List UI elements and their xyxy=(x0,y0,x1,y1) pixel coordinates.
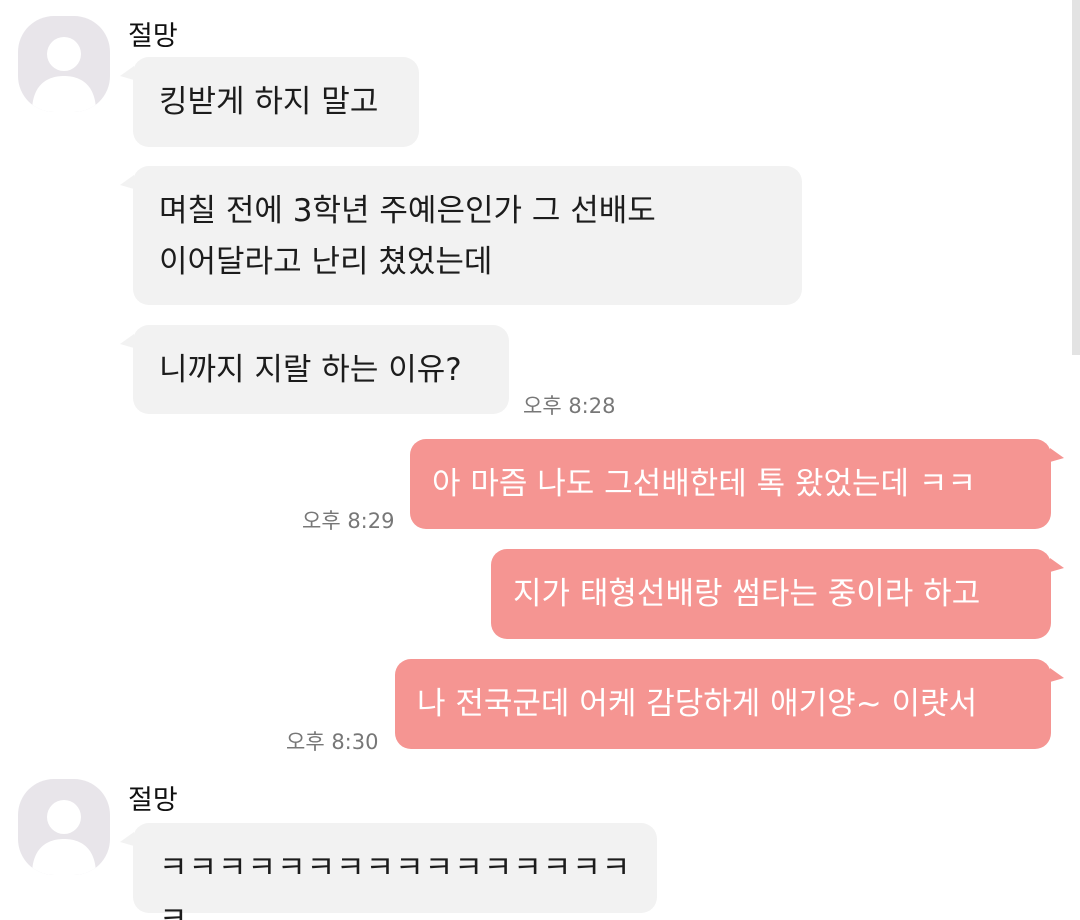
profile-avatar-icon[interactable] xyxy=(18,779,110,875)
bubble-tail xyxy=(120,66,134,80)
message-text: 아 마즘 나도 그선배한테 톡 왔었는데 ㅋㅋ xyxy=(432,466,976,502)
message-timestamp: 오후 8:30 xyxy=(286,730,379,754)
bubble-tail xyxy=(120,832,134,846)
sender-name: 절망 xyxy=(128,21,178,52)
message-bubble-incoming[interactable]: ㅋㅋㅋㅋㅋㅋㅋㅋㅋㅋㅋㅋㅋㅋㅋㅋㅋ xyxy=(133,823,657,920)
message-text-line: 며칠 전에 3학년 주예은인가 그 선배도 xyxy=(159,193,656,229)
sender-name: 절망 xyxy=(128,785,178,816)
message-bubble-outgoing[interactable]: 나 전국군데 어케 감당하게 애기양~ 이럇서 xyxy=(395,659,1051,749)
bubble-tail xyxy=(120,334,134,348)
message-timestamp: 오후 8:28 xyxy=(523,394,616,418)
message-text: 니까지 지랄 하는 이유? xyxy=(159,352,462,388)
message-bubble-incoming[interactable]: 며칠 전에 3학년 주예은인가 그 선배도 이어달라고 난리 쳤었는데 xyxy=(133,166,802,305)
message-bubble-outgoing[interactable]: 아 마즘 나도 그선배한테 톡 왔었는데 ㅋㅋ xyxy=(410,439,1051,529)
bubble-tail xyxy=(1050,558,1064,572)
bubble-tail xyxy=(1050,448,1064,462)
scrollbar[interactable] xyxy=(1072,0,1080,355)
bubble-tail xyxy=(1050,668,1064,682)
profile-avatar-icon[interactable] xyxy=(18,16,110,112)
message-bubble-incoming[interactable]: 니까지 지랄 하는 이유? xyxy=(133,325,509,414)
chat-screen: 절망 킹받게 하지 말고 며칠 전에 3학년 주예은인가 그 선배도 이어달라고… xyxy=(0,0,1080,920)
message-text: 지가 태형선배랑 썸타는 중이라 하고 xyxy=(513,576,981,612)
message-text: ㅋㅋㅋㅋㅋㅋㅋㅋㅋㅋㅋㅋㅋㅋㅋㅋㅋ xyxy=(159,850,632,920)
message-timestamp: 오후 8:29 xyxy=(302,509,395,533)
message-text: 나 전국군데 어케 감당하게 애기양~ 이럇서 xyxy=(417,686,978,722)
message-text: 킹받게 하지 말고 xyxy=(159,84,379,120)
message-bubble-outgoing[interactable]: 지가 태형선배랑 썸타는 중이라 하고 xyxy=(491,549,1051,639)
message-text-line: 이어달라고 난리 쳤었는데 xyxy=(159,244,493,280)
bubble-tail xyxy=(120,175,134,189)
message-bubble-incoming[interactable]: 킹받게 하지 말고 xyxy=(133,57,419,147)
